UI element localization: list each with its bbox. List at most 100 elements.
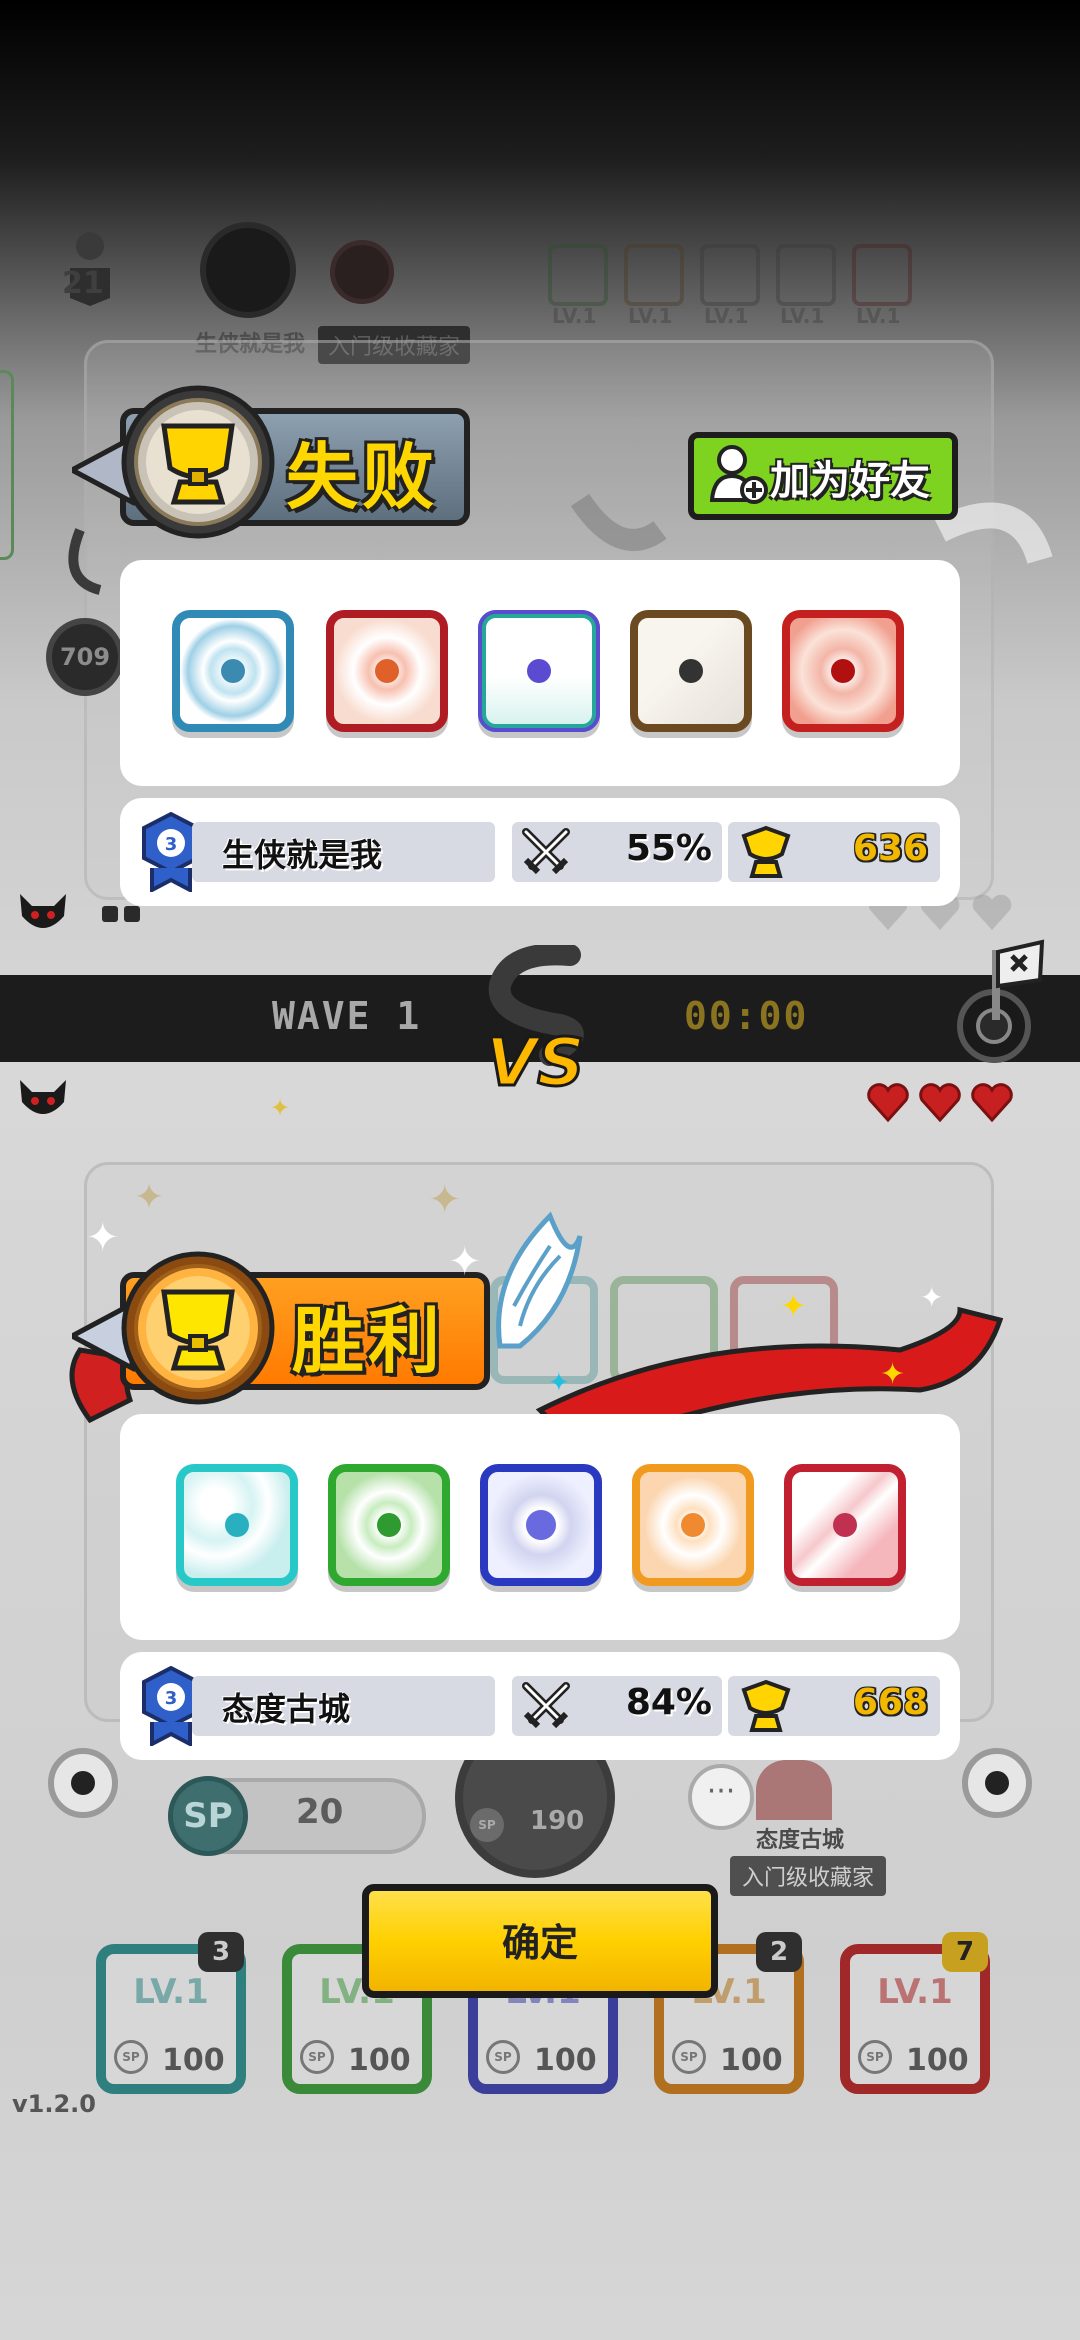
victory-iron-dice xyxy=(480,1464,602,1586)
upgrade-cost: 100 xyxy=(720,2043,783,2078)
upgrade-card-1[interactable]: LV.1 SP 100 3 xyxy=(96,1932,246,2094)
top-slot-1 xyxy=(548,244,608,306)
top-slot-4 xyxy=(776,244,836,306)
sparkle-icon: ✦ xyxy=(448,1239,482,1285)
dice-pip xyxy=(225,1513,249,1537)
defeat-trophies: 636 xyxy=(852,828,928,869)
top-player-level-text: 21 xyxy=(62,266,104,301)
heart-icon xyxy=(972,894,1012,930)
victory-lightning-dice xyxy=(784,1464,906,1586)
wave-label: WAVE 1 xyxy=(272,994,422,1038)
upgrade-card-5[interactable]: LV.1 SP 100 7 xyxy=(840,1932,990,2094)
victory-win-rate: 84% xyxy=(625,1682,712,1723)
heart-icon xyxy=(919,1083,961,1122)
vs-logo-icon: VS xyxy=(485,945,586,1095)
victory-wind-dice xyxy=(176,1464,298,1586)
upgrade-badge: 7 xyxy=(942,1932,988,1972)
victory-rank: 3 xyxy=(165,1688,178,1709)
defeat-win-rate: 55% xyxy=(625,828,712,869)
victory-trophies: 668 xyxy=(852,1682,928,1723)
version-label: v1.2.0 xyxy=(12,2090,96,2118)
defeat-heal-dice xyxy=(478,610,600,732)
heart-icon xyxy=(971,1083,1013,1122)
left-score-badge: 709 xyxy=(46,618,124,696)
opponent-dots xyxy=(102,906,146,924)
upgrade-sp-icon: SP xyxy=(672,2040,706,2074)
right-spawn-ring-icon xyxy=(962,1748,1032,1818)
dice-pip xyxy=(679,659,703,683)
sparkle-icon: ✦ xyxy=(428,1177,462,1223)
victory-player-name: 态度古城 xyxy=(222,1690,351,1728)
opponent-title: 入门级收藏家 xyxy=(730,1856,887,1896)
svg-text:VS: VS xyxy=(486,1024,585,1095)
dice-pip xyxy=(526,1510,556,1540)
upgrade-sp-icon: SP xyxy=(114,2040,148,2074)
sparkle-icon: ✦ xyxy=(548,1368,570,1398)
defeat-gun-dice xyxy=(630,610,752,732)
upgrade-level: LV.1 xyxy=(877,1972,953,2012)
upgrade-cost: 100 xyxy=(348,2043,411,2078)
opponent-name: 态度古城 xyxy=(756,1828,845,1853)
surrender-flag-icon[interactable] xyxy=(950,930,1050,1070)
upgrade-cost: 100 xyxy=(906,2043,969,2078)
defeat-player-name: 生侠就是我 xyxy=(222,836,383,874)
player-devil-icon xyxy=(20,1080,66,1114)
top-slot-3 xyxy=(700,244,760,306)
timer: 00:00 xyxy=(684,994,809,1038)
defeat-rank: 3 xyxy=(165,834,178,855)
opponent-devil-icon xyxy=(20,894,66,928)
confirm-label: 确定 xyxy=(501,1921,578,1965)
upgrade-cost: 100 xyxy=(162,2043,225,2078)
defeat-flame-dice xyxy=(782,610,904,732)
victory-target-dice xyxy=(632,1464,754,1586)
opponent-avatar xyxy=(756,1760,832,1820)
dice-pip xyxy=(377,1513,401,1537)
add-friend-icon xyxy=(710,445,768,504)
top-slot-2-level: LV.1 xyxy=(628,304,673,328)
top-player-emote-icon xyxy=(330,240,394,304)
victory-title: 胜利 xyxy=(292,1299,445,1383)
dice-pip xyxy=(375,659,399,683)
dice-pip xyxy=(221,659,245,683)
sparkle-icon: ✦ xyxy=(880,1357,906,1392)
defeat-fire-star-dice xyxy=(326,610,448,732)
sp-circle: SP xyxy=(168,1776,248,1856)
sparkle-icon: ✦ xyxy=(86,1215,120,1261)
left-edge-tab xyxy=(0,370,14,560)
sp-value: 20 xyxy=(296,1792,344,1832)
heart-icon xyxy=(867,1083,909,1122)
upgrade-sp-icon: SP xyxy=(486,2040,520,2074)
victory-poison-dice xyxy=(328,1464,450,1586)
left-spawn-ring-icon xyxy=(48,1748,118,1818)
sparkle-icon: ✦ xyxy=(780,1287,807,1325)
dice-pip xyxy=(681,1513,705,1537)
sparkle-icon: ✦ xyxy=(270,1094,291,1122)
add-friend-label: 加为好友 xyxy=(770,458,930,504)
dice-pip xyxy=(831,659,855,683)
upgrade-sp-icon: SP xyxy=(858,2040,892,2074)
top-slot-5-level: LV.1 xyxy=(856,304,901,328)
top-slot-4-level: LV.1 xyxy=(780,304,825,328)
dice-pip xyxy=(833,1513,857,1537)
upgrade-cost: 100 xyxy=(534,2043,597,2078)
dice-pip xyxy=(527,659,551,683)
chat-button[interactable]: ··· xyxy=(688,1764,754,1830)
defeat-wind-dice xyxy=(172,610,294,732)
top-slot-1-level: LV.1 xyxy=(552,304,597,328)
victory-wing-icon xyxy=(496,1211,583,1349)
upgrade-badge: 2 xyxy=(756,1932,802,1972)
summon-sp-icon: SP xyxy=(470,1808,504,1842)
defeat-trophy-emblem-icon xyxy=(121,385,275,539)
top-slot-2 xyxy=(624,244,684,306)
upgrade-badge: 3 xyxy=(198,1932,244,1972)
victory-trophy-emblem-icon xyxy=(121,1251,275,1405)
upgrade-level: LV.1 xyxy=(133,1972,209,2012)
player-hearts xyxy=(866,1082,1014,1122)
defeat-title: 失败 xyxy=(286,435,439,519)
upgrade-sp-icon: SP xyxy=(300,2040,334,2074)
top-player-avatar xyxy=(200,222,296,318)
sparkle-icon: ✦ xyxy=(134,1177,165,1218)
top-slot-5 xyxy=(852,244,912,306)
top-slot-3-level: LV.1 xyxy=(704,304,749,328)
summon-cost: 190 xyxy=(530,1806,585,1836)
